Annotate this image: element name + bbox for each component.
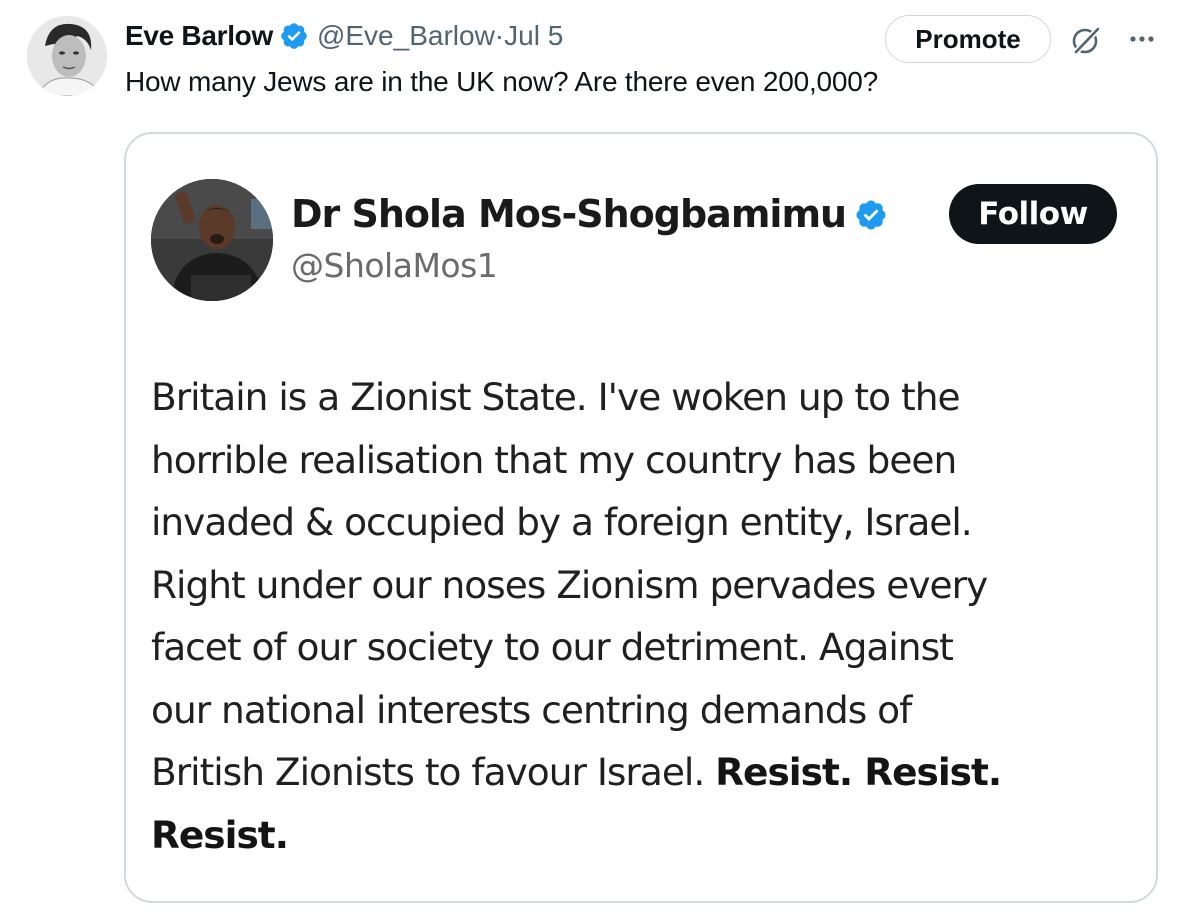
quoted-author-avatar[interactable] bbox=[151, 179, 273, 301]
author-name[interactable]: Eve Barlow bbox=[125, 20, 273, 52]
quoted-post-text-bold: Resist. bbox=[151, 812, 289, 857]
quoted-author-name[interactable]: Dr Shola Mos-Shogbamimu bbox=[291, 192, 847, 236]
quoted-post-line: Britain is a Zionist State. I've woken u… bbox=[151, 375, 961, 419]
quoted-post-line: British Zionists to favour Israel. Resis… bbox=[151, 741, 1151, 804]
quoted-post-line: invaded & occupied by a foreign entity, … bbox=[151, 500, 973, 544]
verified-badge-icon[interactable] bbox=[279, 21, 309, 51]
tweet-text: How many Jews are in the UK now? Are the… bbox=[125, 66, 879, 97]
follow-button[interactable]: Follow bbox=[949, 184, 1117, 244]
verified-badge-icon[interactable] bbox=[854, 197, 888, 231]
tweet-date[interactable]: Jul 5 bbox=[504, 20, 563, 52]
quoted-post-line: Right under our noses Zionism pervades e… bbox=[151, 562, 988, 607]
quoted-post-text-regular: British Zionists to favour Israel. bbox=[151, 750, 705, 794]
quoted-author-name-row: Dr Shola Mos-Shogbamimu bbox=[291, 192, 888, 236]
quoted-post-body: Britain is a Zionist State. I've woken u… bbox=[151, 366, 1151, 866]
author-avatar[interactable] bbox=[27, 16, 107, 96]
quoted-post-text-bold: Resist. Resist. bbox=[715, 750, 1002, 794]
promote-button[interactable]: Promote bbox=[885, 15, 1051, 63]
author-handle[interactable]: @Eve_Barlow bbox=[317, 20, 495, 52]
quoted-post-line: our national interests centring demands … bbox=[151, 687, 912, 732]
grok-icon[interactable] bbox=[1068, 22, 1104, 58]
tweet-header: Eve Barlow @Eve_Barlow · Jul 5 bbox=[125, 16, 563, 56]
quoted-author-handle[interactable]: @SholaMos1 bbox=[291, 246, 498, 285]
quoted-post-line: facet of our society to our detriment. A… bbox=[151, 625, 954, 669]
quoted-post-card[interactable]: Dr Shola Mos-Shogbamimu @SholaMos1 Follo… bbox=[124, 132, 1158, 903]
quoted-post-line: horrible realisation that my country has… bbox=[151, 437, 957, 482]
quoted-post-line: Resist. bbox=[151, 804, 1151, 867]
meta-separator: · bbox=[494, 20, 505, 51]
more-options-icon[interactable] bbox=[1124, 20, 1160, 56]
